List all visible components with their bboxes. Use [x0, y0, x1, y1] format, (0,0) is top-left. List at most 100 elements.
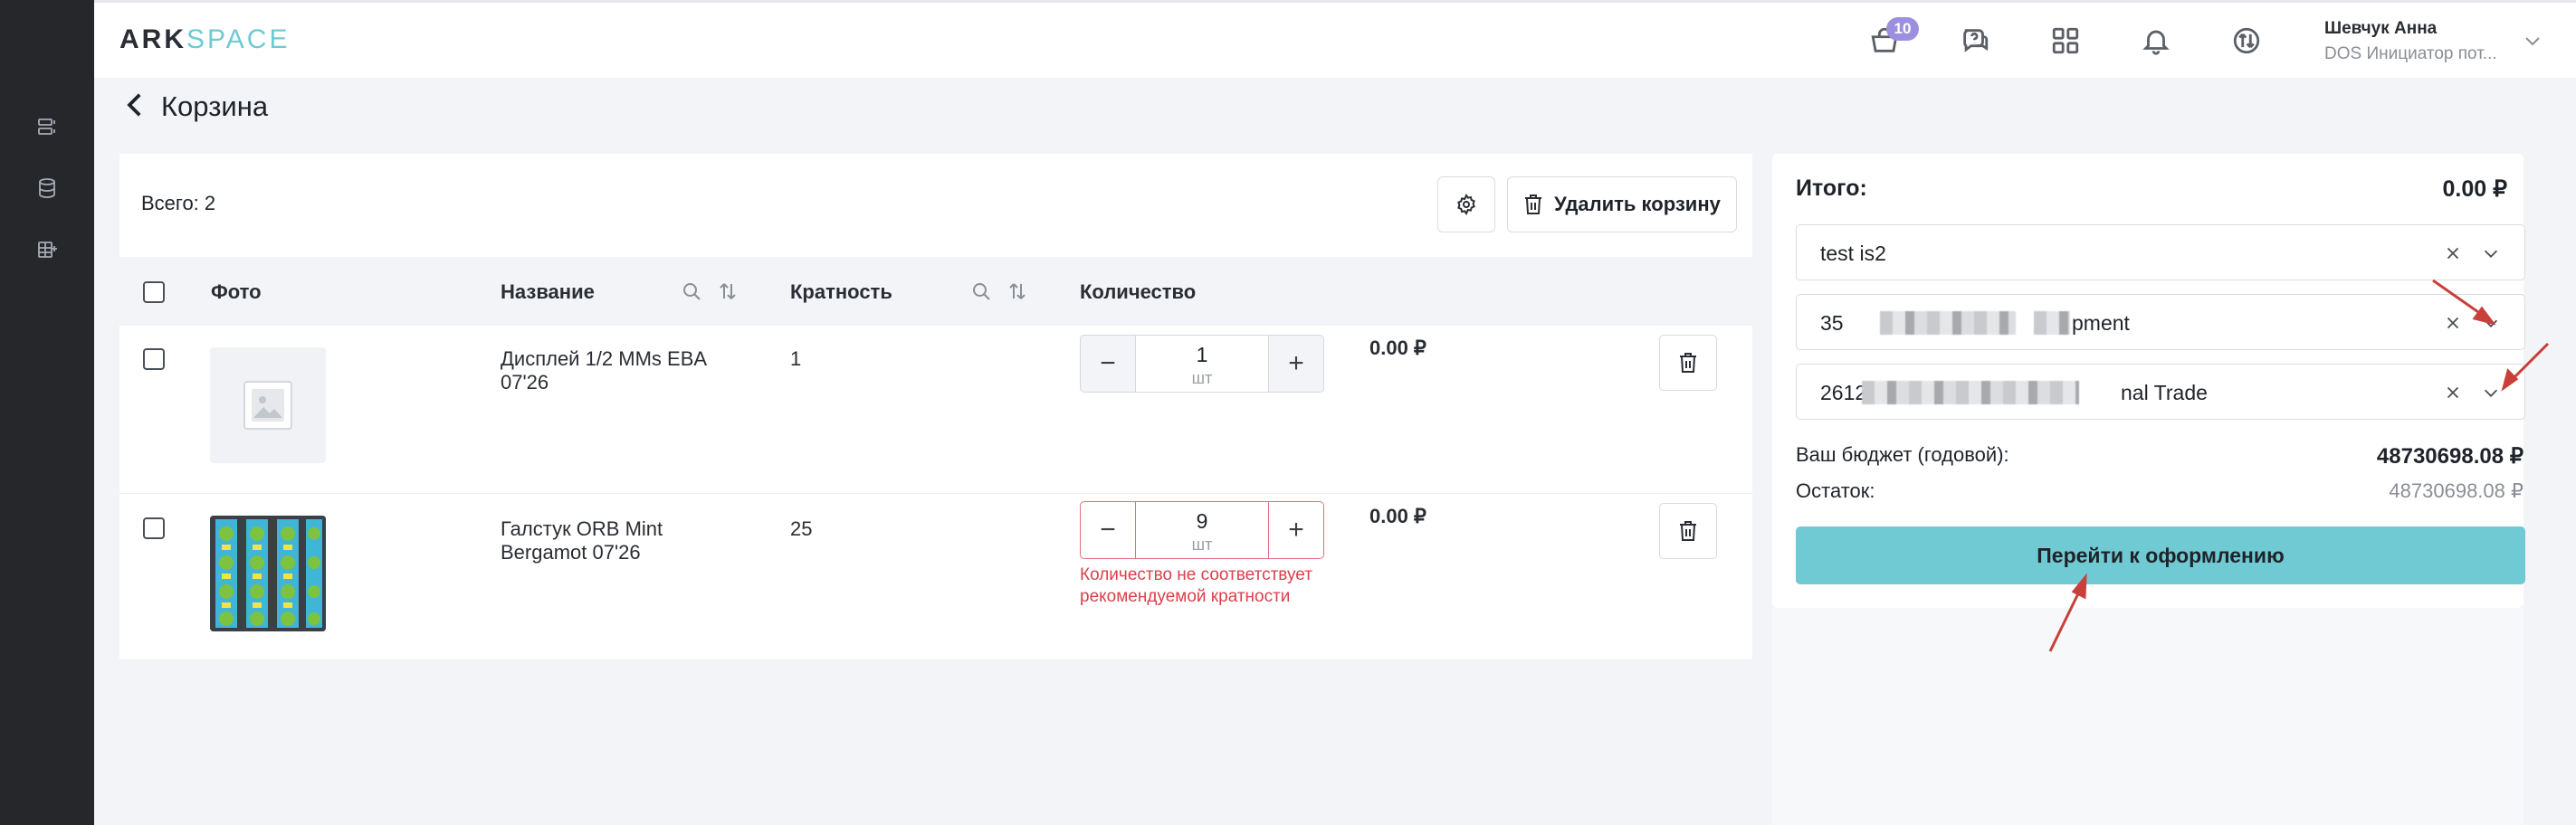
total-label: Итого: — [1796, 175, 1867, 201]
product-price: 0.00 ₽ — [1369, 505, 1426, 527]
table-add-icon[interactable] — [34, 237, 60, 262]
back-arrow-icon[interactable] — [123, 91, 145, 123]
apps-button[interactable] — [2046, 21, 2085, 61]
cart-panel: Всего: 2 Удалить корзину Фото Название К… — [119, 154, 1752, 660]
select-value: test is2 — [1820, 242, 1886, 265]
trash-icon — [1680, 353, 1696, 373]
top-header: ARK SPACE 10 Шевчук Анна DOS Инициатор п… — [94, 0, 2576, 78]
quantity-error-message: Количество не соответствует рекомендуемо… — [1080, 565, 1312, 606]
database-icon[interactable] — [34, 175, 60, 201]
budget-value: 48730698.08 ₽ — [2376, 444, 2524, 469]
select-value-suffix: nal Trade — [2121, 381, 2208, 404]
quantity-stepper: − 1 шт + — [1080, 335, 1324, 393]
chevron-down-icon[interactable] — [2522, 30, 2543, 52]
increase-button[interactable]: + — [1268, 501, 1324, 559]
product-multiplicity: 25 — [790, 517, 813, 540]
column-multiplicity: Кратность — [790, 280, 892, 303]
decrease-button[interactable]: − — [1080, 501, 1136, 559]
clear-cart-label: Удалить корзину — [1554, 193, 1721, 215]
select-value: 2612 — [1820, 381, 1867, 404]
quantity-input[interactable]: 1 шт — [1136, 335, 1268, 393]
column-name: Название — [501, 280, 595, 303]
column-photo: Фото — [211, 280, 262, 303]
gear-icon — [1457, 194, 1475, 215]
sort-icon[interactable] — [717, 280, 739, 307]
product-name: Дисплей 1/2 MMs EBA 07'26 — [501, 347, 706, 394]
product-price: 0.00 ₽ — [1369, 337, 1426, 359]
sort-icon[interactable] — [1007, 280, 1028, 307]
increase-button[interactable]: + — [1268, 335, 1324, 393]
logo[interactable]: ARK SPACE — [119, 24, 290, 55]
quantity-value: 1 — [1196, 343, 1208, 366]
row-checkbox[interactable] — [143, 517, 165, 539]
quantity-stepper: − 9 шт + — [1080, 501, 1324, 559]
bell-icon — [2142, 30, 2170, 55]
table-header: Фото Название Кратность Количество — [119, 257, 1752, 326]
table-row: Дисплей 1/2 MMs EBA 07'26 1 − 1 шт + 0.0… — [119, 326, 1752, 494]
user-role: DOS Инициатор пот... — [2324, 44, 2497, 63]
chat-button[interactable] — [1955, 21, 1995, 61]
redacted-text — [2034, 311, 2070, 335]
product-name: Галстук ORB Mint Bergamot 07'26 — [501, 517, 663, 564]
select-field-1[interactable]: test is2 — [1796, 224, 2525, 280]
page-title: Корзина — [161, 90, 269, 122]
quantity-value: 9 — [1196, 509, 1208, 533]
product-photo — [210, 516, 326, 631]
clear-cart-button[interactable]: Удалить корзину — [1507, 176, 1737, 232]
side-rail — [0, 0, 94, 825]
search-icon[interactable] — [970, 280, 992, 307]
row-checkbox[interactable] — [143, 348, 165, 370]
order-summary-panel: Итого: 0.00 ₽ test is2 35 pment 2612 nal… — [1772, 154, 2525, 608]
redacted-text — [1862, 381, 2079, 404]
redacted-text — [1880, 311, 2016, 335]
select-all-checkbox[interactable] — [143, 281, 165, 303]
select-field-2[interactable]: 35 pment — [1796, 294, 2525, 350]
chevron-down-icon[interactable] — [2481, 313, 2501, 333]
cart-button[interactable]: 10 — [1865, 17, 1919, 61]
user-menu[interactable]: Шевчук Анна DOS Инициатор пот... — [2324, 19, 2533, 64]
total-value: 0.00 ₽ — [2442, 176, 2507, 202]
delete-row-button[interactable] — [1659, 503, 1717, 559]
server-list-icon[interactable] — [34, 114, 60, 139]
budget-label: Ваш бюджет (годовой): — [1796, 443, 2009, 466]
remaining-label: Остаток: — [1796, 479, 1875, 502]
clear-icon[interactable] — [2443, 383, 2463, 403]
summary-background — [1772, 608, 2524, 825]
decrease-button[interactable]: − — [1080, 335, 1136, 393]
items-count: Всего: 2 — [141, 192, 216, 214]
table-settings-button[interactable] — [1437, 176, 1495, 232]
column-quantity: Количество — [1080, 280, 1197, 303]
swap-arrows-icon — [2233, 27, 2260, 54]
notifications-button[interactable] — [2136, 21, 2176, 61]
quantity-input[interactable]: 9 шт — [1136, 501, 1268, 559]
trash-icon — [1525, 194, 1542, 214]
cart-badge: 10 — [1886, 17, 1919, 41]
grid-icon — [2052, 27, 2079, 54]
search-icon[interactable] — [681, 280, 702, 307]
remaining-value: 48730698.08 ₽ — [2389, 479, 2524, 502]
chevron-down-icon[interactable] — [2481, 243, 2501, 263]
chat-question-icon — [1963, 29, 1989, 52]
multiplicity-column-tools — [970, 280, 1028, 307]
select-field-3[interactable]: 2612 nal Trade — [1796, 364, 2525, 420]
quantity-unit: шт — [1191, 369, 1213, 387]
page-title-row: Корзина — [123, 90, 268, 123]
clear-icon[interactable] — [2443, 243, 2463, 263]
select-value-suffix: pment — [2072, 311, 2130, 335]
quantity-unit: шт — [1191, 536, 1213, 554]
clear-icon[interactable] — [2443, 313, 2463, 333]
name-column-tools — [681, 280, 739, 307]
product-multiplicity: 1 — [790, 347, 802, 370]
delete-row-button[interactable] — [1659, 335, 1717, 391]
trash-icon — [1680, 521, 1696, 541]
sync-button[interactable] — [2227, 21, 2266, 61]
chevron-down-icon[interactable] — [2481, 383, 2501, 403]
content-background — [119, 660, 1752, 825]
checkout-button[interactable]: Перейти к оформлению — [1796, 526, 2525, 584]
cart-toolbar: Всего: 2 Удалить корзину — [119, 154, 1752, 257]
user-name: Шевчук Анна — [2324, 19, 2438, 38]
table-row: Галстук ORB Mint Bergamot 07'26 25 − 9 ш… — [119, 494, 1752, 660]
logo-text-ark: ARK — [119, 24, 186, 54]
select-value: 35 — [1820, 311, 1844, 335]
logo-text-space: SPACE — [186, 24, 291, 54]
